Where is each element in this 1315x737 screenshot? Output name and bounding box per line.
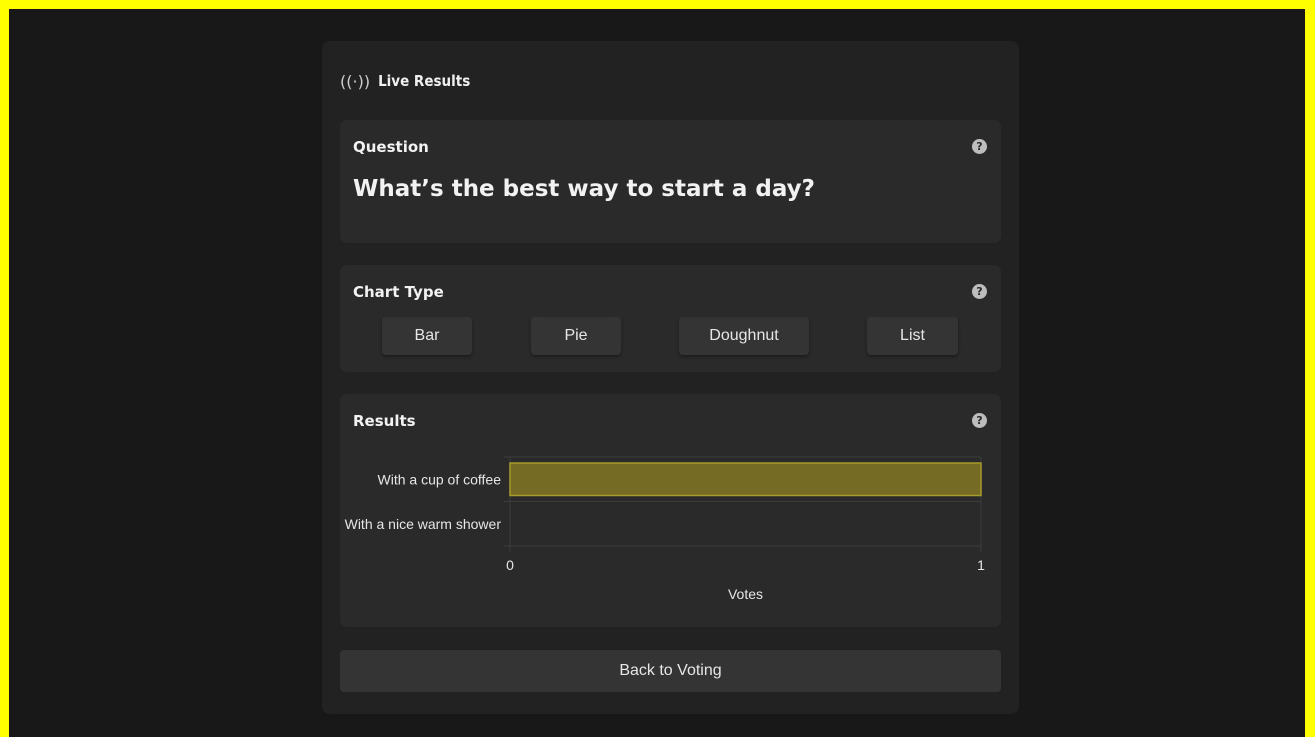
help-icon[interactable]: ? (972, 139, 987, 154)
question-text: What’s the best way to start a day? (353, 176, 815, 202)
live-broadcast-icon: ((·)) (340, 71, 371, 91)
chart-type-buttons: Bar Pie Doughnut List (340, 317, 1001, 357)
help-icon[interactable]: ? (972, 413, 987, 428)
chart-type-doughnut-button[interactable]: Doughnut (679, 317, 809, 355)
panel-header: ((·)) Live Results (340, 69, 470, 93)
bar-0 (509, 462, 982, 497)
results-card: With a cup of coffee With a nice warm sho… (340, 394, 1001, 627)
bar-chart: With a cup of coffee With a nice warm sho… (345, 456, 985, 602)
category-label: With a cup of coffee (378, 471, 502, 487)
x-tick-label: 1 (977, 557, 985, 573)
category-label: With a nice warm shower (345, 516, 502, 532)
question-card: Question ? What’s the best way to start … (340, 120, 1001, 243)
back-to-voting-button[interactable]: Back to Voting (340, 650, 1001, 692)
results-label: Results (353, 412, 416, 430)
results-chart: With a cup of coffee With a nice warm sho… (340, 394, 1001, 627)
question-label: Question (353, 138, 429, 156)
panel-title: Live Results (378, 72, 471, 90)
x-axis-label: Votes (728, 586, 763, 602)
chart-type-label: Chart Type (353, 283, 444, 301)
chart-type-pie-button[interactable]: Pie (531, 317, 621, 355)
x-tick-label: 0 (506, 557, 514, 573)
page-frame: ((·)) Live Results Question ? What’s the… (9, 9, 1305, 737)
chart-type-bar-button[interactable]: Bar (382, 317, 472, 355)
chart-type-list-button[interactable]: List (867, 317, 958, 355)
results-panel: ((·)) Live Results Question ? What’s the… (322, 41, 1019, 714)
help-icon[interactable]: ? (972, 284, 987, 299)
chart-type-card: Chart Type ? Bar Pie Doughnut List (340, 265, 1001, 372)
